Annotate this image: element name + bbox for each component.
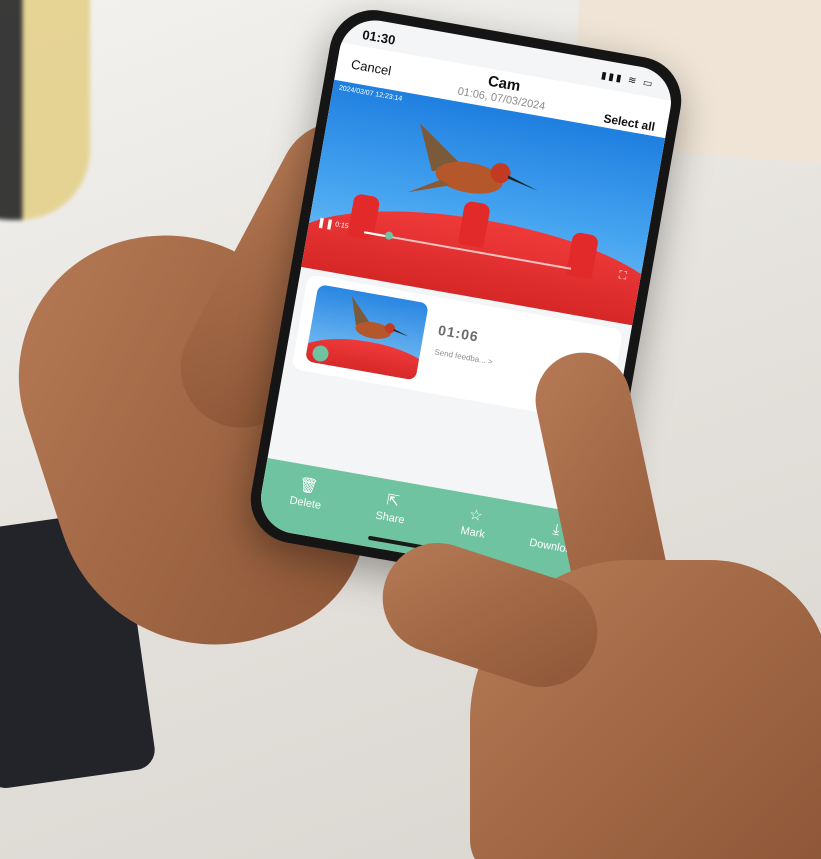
background-cup xyxy=(0,0,90,220)
clip-duration: 01:06 xyxy=(437,321,481,345)
delete-button[interactable]: 🗑 Delete xyxy=(270,471,344,515)
pause-icon[interactable]: ❚❚ xyxy=(316,217,334,231)
fullscreen-icon[interactable]: ⛶ xyxy=(618,269,628,283)
send-feedback-link[interactable]: Send feedba... > xyxy=(434,347,494,366)
wifi-icon: ≋ xyxy=(627,74,640,88)
battery-icon: ▭ xyxy=(641,77,656,91)
progress-knob[interactable] xyxy=(384,231,394,241)
clip-thumbnail[interactable] xyxy=(304,284,429,381)
playhead-time: 0:15 xyxy=(334,221,350,231)
share-label: Share xyxy=(374,509,406,527)
photo-scene: 01:30 ▮▮▮ ≋ ▭ Cancel Cam 01:06, 07/03/20… xyxy=(0,0,821,859)
share-button[interactable]: ⇱ Share xyxy=(354,486,428,530)
mark-button[interactable]: ☆ Mark xyxy=(437,501,511,545)
status-time: 01:30 xyxy=(361,27,397,48)
mark-label: Mark xyxy=(459,524,486,541)
signal-icon: ▮▮▮ xyxy=(600,70,625,85)
